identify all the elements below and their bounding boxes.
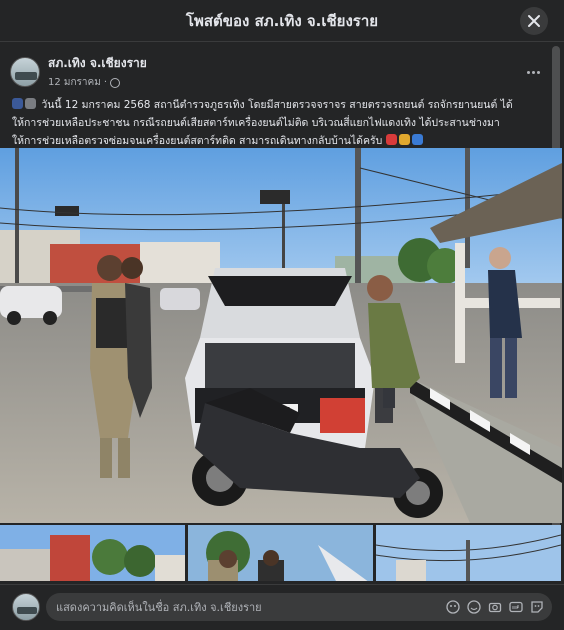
commenter-avatar xyxy=(12,593,40,621)
post-date[interactable]: 12 มกราคม xyxy=(48,75,101,90)
thumbnail-2[interactable] xyxy=(188,525,374,581)
car-emoji-icon xyxy=(411,134,423,145)
comment-bar: แสดงความคิดเห็นในชื่อ สภ.เทิง จ.เชียงราย xyxy=(0,584,564,630)
thumbnail-1[interactable] xyxy=(0,525,186,581)
post-line-1: วันนี้ 12 มกราคม 2568 สถานีตำรวจภูธรเทิง… xyxy=(12,96,542,114)
emoji-button[interactable] xyxy=(466,600,481,615)
close-icon xyxy=(528,15,540,27)
sticker-icon xyxy=(530,601,543,613)
comment-tools xyxy=(445,600,544,615)
gif-icon xyxy=(508,601,523,613)
car-emoji-icon xyxy=(385,134,397,145)
comment-placeholder: แสดงความคิดเห็นในชื่อ สภ.เทิง จ.เชียงราย xyxy=(56,601,262,614)
more-options-button[interactable] xyxy=(522,62,544,82)
thumbnail-3[interactable] xyxy=(376,525,562,581)
emoji-icon xyxy=(466,600,481,614)
close-button[interactable] xyxy=(520,7,548,35)
police-emoji-icon xyxy=(25,98,36,109)
main-photo[interactable]: 1807 xyxy=(0,148,562,523)
sticker-button[interactable] xyxy=(529,600,544,615)
globe-icon xyxy=(110,77,121,88)
post-body: วันนี้ 12 มกราคม 2568 สถานีตำรวจภูธรเทิง… xyxy=(12,96,542,150)
post-line-2: ให้การช่วยเหลือประชาชน กรณีรถยนต์เสียสตา… xyxy=(12,117,500,129)
more-dot xyxy=(536,70,540,74)
author-name[interactable]: สภ.เทิง จ.เชียงราย xyxy=(48,54,147,73)
more-dot xyxy=(531,70,535,74)
car-emoji-icon xyxy=(398,134,410,145)
post-text-line-1: วันนี้ 12 มกราคม 2568 สถานีตำรวจภูธรเทิง… xyxy=(41,99,513,111)
meta-separator: · xyxy=(103,77,108,88)
post-meta: 12 มกราคม · xyxy=(48,75,147,90)
gif-button[interactable] xyxy=(508,600,523,615)
camera-button[interactable] xyxy=(487,600,502,615)
post-text-line-3: ให้การช่วยเหลือตรวจซ่อมจนเครื่องยนต์สตาร… xyxy=(12,135,383,147)
modal-header: โพสต์ของ สภ.เทิง จ.เชียงราย xyxy=(0,0,564,42)
modal-title: โพสต์ของ สภ.เทิง จ.เชียงราย xyxy=(185,11,379,30)
avatar-sticker-button[interactable] xyxy=(445,600,460,615)
author-block: สภ.เทิง จ.เชียงราย 12 มกราคม · xyxy=(48,54,147,90)
police-emoji-icon xyxy=(12,98,23,109)
post-header: สภ.เทิง จ.เชียงราย 12 มกราคม · xyxy=(10,52,550,92)
post-modal: โพสต์ของ สภ.เทิง จ.เชียงราย สภ.เทิง จ.เช… xyxy=(0,0,564,630)
comment-input[interactable]: แสดงความคิดเห็นในชื่อ สภ.เทิง จ.เชียงราย xyxy=(46,593,552,621)
more-options-icon xyxy=(526,70,530,74)
camera-icon xyxy=(488,602,501,613)
photo-thumbnails xyxy=(0,525,562,581)
author-avatar[interactable] xyxy=(10,57,40,87)
avatar-sticker-icon xyxy=(445,600,460,614)
